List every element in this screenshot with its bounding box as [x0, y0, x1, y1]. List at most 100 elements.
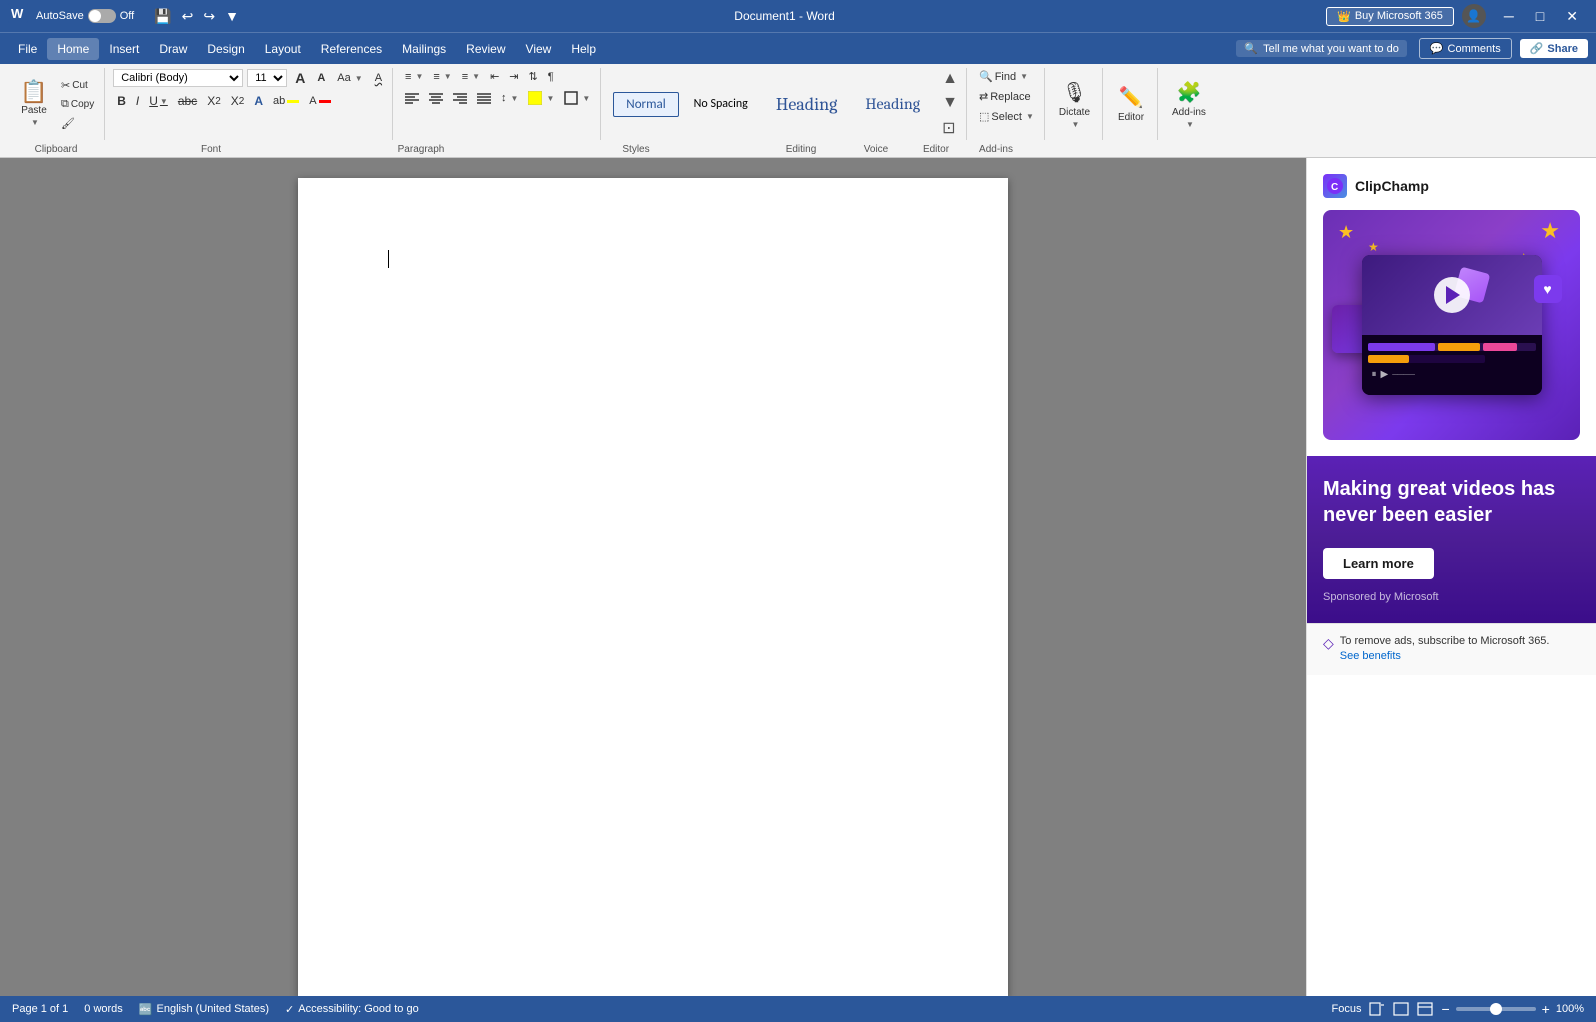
clear-formatting-button[interactable]: A: [371, 70, 386, 86]
autosave-toggle[interactable]: AutoSave Off: [36, 9, 134, 23]
menu-item-file[interactable]: File: [8, 38, 47, 60]
menu-item-references[interactable]: References: [311, 38, 392, 60]
svg-text:W: W: [11, 6, 24, 21]
text-highlight-button[interactable]: ab: [269, 93, 303, 109]
page-status[interactable]: Page 1 of 1: [12, 1003, 68, 1015]
shading-button[interactable]: ▼: [524, 89, 558, 107]
underline-button[interactable]: U▼: [145, 92, 172, 110]
redo-button[interactable]: ↪: [199, 6, 219, 27]
grow-font-button[interactable]: A: [291, 68, 309, 88]
document-scroll[interactable]: [0, 158, 1306, 996]
style-normal[interactable]: Normal: [613, 92, 678, 117]
editor-icon: ✏️: [1119, 85, 1144, 110]
profile-avatar[interactable]: 👤: [1462, 4, 1486, 28]
close-button[interactable]: ✕: [1556, 6, 1588, 27]
zoom-level[interactable]: 100%: [1556, 1003, 1584, 1015]
decrease-indent-button[interactable]: ⇤: [486, 68, 503, 85]
addins-button[interactable]: 🧩 Add-ins ▼: [1166, 77, 1212, 132]
zoom-control[interactable]: − + 100%: [1441, 1001, 1584, 1017]
superscript-button[interactable]: X2: [227, 92, 249, 110]
focus-button[interactable]: Focus: [1332, 1003, 1362, 1015]
shrink-font-button[interactable]: A: [313, 70, 329, 86]
menu-item-home[interactable]: Home: [47, 38, 99, 60]
search-bar[interactable]: 🔍 Tell me what you want to do: [1236, 40, 1406, 57]
multilevel-list-button[interactable]: ≡▼: [458, 69, 484, 85]
zoom-out-button[interactable]: −: [1441, 1001, 1449, 1017]
paste-button[interactable]: 📋 Paste ▼: [14, 78, 54, 130]
paragraph-label: Paragraph: [326, 144, 516, 155]
style-heading2[interactable]: Heading: [852, 90, 933, 118]
autosave-switch[interactable]: [88, 9, 116, 23]
select-button[interactable]: ⬚ Select ▼: [975, 108, 1038, 125]
comments-button[interactable]: 💬 Comments: [1419, 38, 1512, 59]
star-icon-1: ★: [1338, 222, 1354, 243]
learn-more-button[interactable]: Learn more: [1323, 548, 1434, 579]
menu-item-design[interactable]: Design: [197, 38, 254, 60]
styles-gallery-expand[interactable]: ⊡: [940, 116, 960, 140]
styles-gallery-up[interactable]: ▲: [940, 68, 960, 90]
style-heading1[interactable]: Heading: [763, 89, 851, 120]
text-effects-button[interactable]: A: [250, 92, 267, 110]
menu-item-review[interactable]: Review: [456, 38, 515, 60]
show-formatting-button[interactable]: ¶: [544, 69, 558, 85]
menu-item-view[interactable]: View: [516, 38, 562, 60]
font-color-button[interactable]: A: [305, 93, 334, 109]
maximize-button[interactable]: □: [1526, 6, 1554, 27]
bullets-button[interactable]: ≡▼: [401, 69, 427, 85]
save-button[interactable]: 💾: [150, 6, 175, 27]
cut-button[interactable]: ✂ Cut: [57, 77, 98, 94]
menu-item-draw[interactable]: Draw: [149, 38, 197, 60]
increase-indent-button[interactable]: ⇥: [505, 68, 522, 85]
share-button[interactable]: 🔗 Share: [1520, 39, 1588, 58]
align-center-button[interactable]: [425, 89, 447, 107]
change-case-button[interactable]: Aa▼: [333, 70, 366, 86]
customize-qat-button[interactable]: ▼: [221, 6, 243, 26]
font-family-select[interactable]: Calibri (Body): [113, 69, 243, 87]
video-mockup-window: ⏸ ▶ ────: [1362, 255, 1542, 395]
minimize-button[interactable]: ─: [1494, 6, 1524, 27]
see-benefits-link[interactable]: See benefits: [1340, 650, 1401, 662]
bold-button[interactable]: B: [113, 92, 130, 110]
strikethrough-button[interactable]: abc: [174, 92, 201, 110]
sort-button[interactable]: ⇅: [525, 68, 542, 85]
style-no-spacing[interactable]: No Spacing: [681, 92, 761, 116]
zoom-in-button[interactable]: +: [1542, 1001, 1550, 1017]
font-size-select[interactable]: 11: [247, 69, 287, 87]
language-status[interactable]: 🔤 English (United States): [139, 1003, 269, 1016]
ribbon-group-font: Calibri (Body) 11 A A Aa▼ A B I U▼ abc X…: [107, 68, 393, 140]
menu-item-mailings[interactable]: Mailings: [392, 38, 456, 60]
menu-item-help[interactable]: Help: [561, 38, 606, 60]
menu-item-layout[interactable]: Layout: [255, 38, 311, 60]
web-layout-button[interactable]: [1417, 1002, 1433, 1016]
svg-text:C: C: [1331, 182, 1338, 193]
justify-button[interactable]: [473, 89, 495, 107]
document-page[interactable]: [298, 178, 1008, 996]
replace-button[interactable]: ⇄ Replace: [975, 88, 1035, 105]
ribbon-group-voice: 🎙 Dictate ▼: [1047, 68, 1103, 140]
line-spacing-button[interactable]: ↕▼: [497, 90, 522, 106]
align-right-button[interactable]: [449, 89, 471, 107]
editor-button[interactable]: ✏️ Editor: [1111, 82, 1151, 126]
pause-icon: ⏸: [1372, 369, 1377, 380]
buy-microsoft365-button[interactable]: 👑 Buy Microsoft 365: [1326, 7, 1454, 26]
borders-button[interactable]: ▼: [560, 89, 594, 107]
window-controls: ─ □ ✕: [1494, 6, 1588, 27]
styles-gallery-down[interactable]: ▼: [940, 92, 960, 114]
word-count-status[interactable]: 0 words: [84, 1003, 123, 1015]
numbering-button[interactable]: ≡▼: [429, 69, 455, 85]
dictate-button[interactable]: 🎙 Dictate ▼: [1053, 77, 1096, 132]
undo-button[interactable]: ↩: [178, 6, 198, 27]
format-painter-button[interactable]: 🖌: [57, 115, 98, 132]
share-icon: 🔗: [1530, 42, 1544, 55]
align-left-button[interactable]: [401, 89, 423, 107]
font-label: Font: [96, 144, 326, 155]
italic-button[interactable]: I: [132, 92, 143, 110]
accessibility-status[interactable]: ✓ Accessibility: Good to go: [285, 1003, 419, 1016]
reader-view-button[interactable]: [1393, 1002, 1409, 1016]
subscript-button[interactable]: X2: [203, 92, 225, 110]
menu-item-insert[interactable]: Insert: [99, 38, 149, 60]
print-layout-button[interactable]: [1369, 1002, 1385, 1016]
copy-button[interactable]: ⧉ Copy: [57, 96, 98, 113]
zoom-slider[interactable]: [1456, 1007, 1536, 1011]
find-button[interactable]: 🔍 Find ▼: [975, 68, 1032, 85]
